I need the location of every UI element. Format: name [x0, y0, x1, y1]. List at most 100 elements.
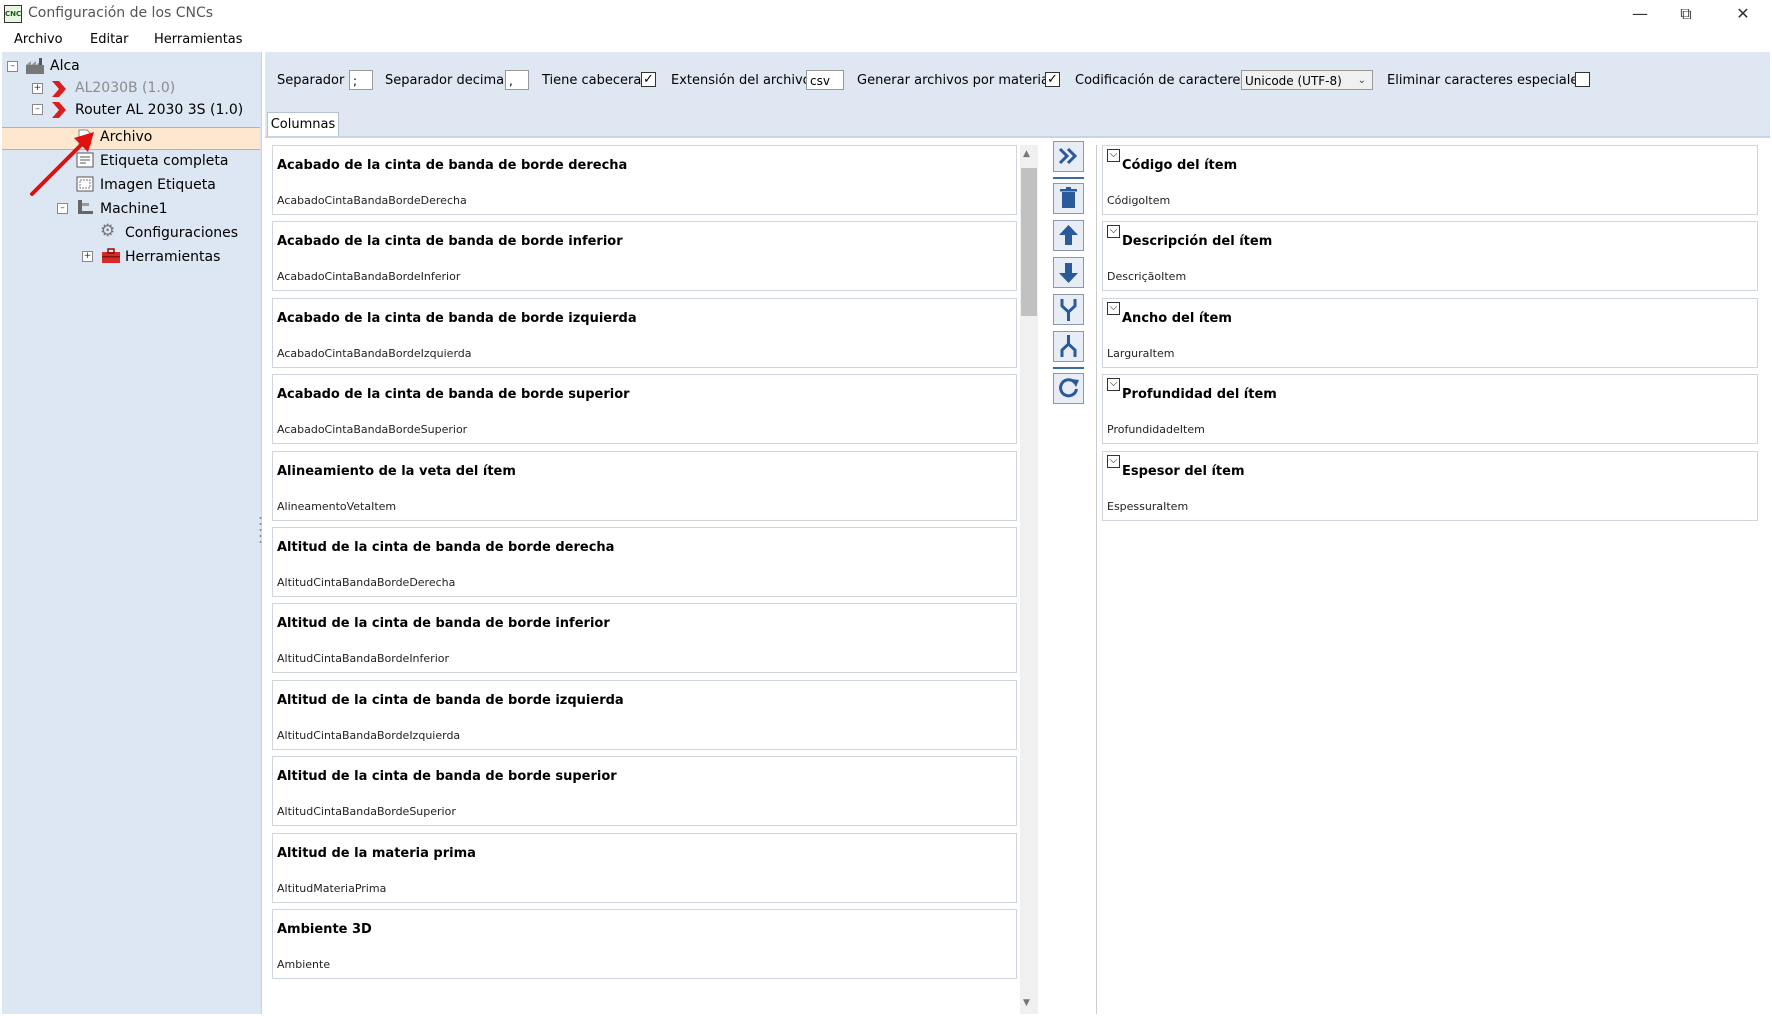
column-key: AlineamentoVetaItem [277, 499, 397, 513]
column-key: Ambiente [277, 958, 331, 971]
column-key: AltitudCintaBandaBordeDerecha [277, 576, 456, 589]
move-up-button[interactable] [1053, 220, 1084, 251]
menu-archivo[interactable]: Archivo [14, 32, 63, 47]
split-button[interactable] [1053, 331, 1084, 362]
delete-button[interactable] [1053, 183, 1084, 214]
column-title: Altitud de la cinta de banda de borde iz… [277, 692, 624, 708]
column-key: AltitudCintaBandaBordeIzquierda [277, 728, 461, 742]
available-column-item[interactable]: Alineamiento de la veta del ítem Alineame… [272, 450, 1017, 521]
refresh-icon [1059, 378, 1079, 398]
tab-columnas[interactable]: Columnas [267, 112, 339, 137]
tree-item-al2030b[interactable]: AL2030B (1.0) [75, 78, 175, 98]
tree-item-router[interactable]: Router AL 2030 3S (1.0) [75, 100, 243, 120]
add-all-button[interactable] [1053, 141, 1084, 172]
available-column-item[interactable]: Acabado de la cinta de banda de borde su… [272, 374, 1017, 445]
column-key: AltitudMateriaPrima [277, 881, 387, 895]
column-key: AcabadoCintaBandaBordeDerecha [277, 194, 467, 207]
move-down-icon [1059, 263, 1078, 283]
tree-item-alca[interactable]: Alca [50, 56, 80, 76]
available-column-item[interactable]: Acabado de la cinta de banda de borde in… [272, 221, 1017, 292]
collapse-toggle[interactable]: – [32, 104, 43, 115]
column-key: EspessuraItem [1107, 499, 1189, 513]
available-column-item[interactable]: Acabado de la cinta de banda de borde de… [272, 145, 1017, 215]
decimal-separator-input[interactable]: , [505, 70, 529, 90]
column-key: AcabadoCintaBandaBordeSuperior [277, 423, 468, 437]
encoding-value: Unicode (UTF-8) [1245, 74, 1342, 88]
title-bar [0, 0, 1772, 28]
expand-toggle[interactable]: + [32, 83, 43, 94]
column-title: Descripción del ítem [1122, 234, 1273, 250]
collapse-chevron-icon[interactable]: ⌵ [1107, 378, 1120, 392]
restore-button[interactable]: ⧉ [1663, 2, 1709, 26]
selected-column-item[interactable]: ⌵ Descripción del ítem DescriçãoItem [1102, 221, 1758, 292]
collapse-chevron-icon[interactable]: ⌵ [1107, 454, 1120, 468]
selected-column-item[interactable]: ⌵ Espesor del ítem EspessuraItem [1102, 450, 1758, 521]
column-title: Código del ítem [1122, 158, 1238, 173]
column-title: Acabado de la cinta de banda de borde su… [277, 387, 630, 403]
available-column-item[interactable]: Altitud de la cinta de banda de borde su… [272, 756, 1017, 827]
toolbox-icon [102, 248, 120, 263]
available-column-item[interactable]: Ambiente 3D Ambiente [272, 909, 1017, 979]
column-title: Acabado de la cinta de banda de borde in… [277, 234, 623, 250]
column-title: Profundidad del ítem [1122, 387, 1277, 403]
merge-button[interactable] [1053, 294, 1084, 325]
collapse-toggle[interactable]: – [7, 61, 18, 72]
available-columns-list: Acabado de la cinta de banda de borde de… [272, 145, 1017, 1014]
move-up-icon [1059, 225, 1078, 245]
column-title: Acabado de la cinta de banda de borde iz… [277, 310, 637, 326]
available-column-item[interactable]: Altitud de la cinta de banda de borde de… [272, 527, 1017, 597]
selected-column-item[interactable]: ⌵ Profundidad del ítem ProfundidadeItem [1102, 374, 1758, 445]
available-column-item[interactable]: Acabado de la cinta de banda de borde iz… [272, 297, 1017, 368]
column-key: AltitudCintaBandaBordeInferior [277, 652, 450, 666]
minimize-button[interactable]: — [1617, 2, 1663, 26]
refresh-button[interactable] [1053, 373, 1084, 404]
separator-label: Separador [277, 73, 345, 88]
expand-toggle[interactable]: + [82, 251, 93, 262]
selected-column-item[interactable]: ⌵ Ancho del ítem LarguraItem [1102, 297, 1758, 368]
window-title: Configuración de los CNCs [28, 5, 214, 21]
decimal-separator-label: Separador decimal [385, 73, 508, 88]
tree-item-archivo[interactable]: Archivo [100, 127, 152, 147]
column-title: Altitud de la cinta de banda de borde in… [277, 616, 610, 632]
encoding-select[interactable]: Unicode (UTF-8) ⌄ [1241, 70, 1373, 90]
special-chars-checkbox[interactable] [1575, 72, 1590, 87]
separator [1053, 177, 1084, 179]
separator [1053, 367, 1084, 369]
encoding-label: Codificación de caracteres [1075, 73, 1248, 88]
tree-item-herramientas[interactable]: Herramientas [125, 247, 220, 267]
available-column-item[interactable]: Altitud de la cinta de banda de borde iz… [272, 679, 1017, 750]
splitter-grip[interactable] [259, 515, 262, 545]
tab-strip [265, 109, 1770, 135]
menu-editar[interactable]: Editar [90, 32, 129, 47]
scrollbar-thumb[interactable] [1021, 168, 1037, 316]
per-material-checkbox[interactable]: ✓ [1045, 72, 1060, 87]
header-label: Tiene cabecera [542, 73, 642, 88]
menu-bar [0, 28, 1772, 50]
collapse-chevron-icon[interactable]: ⌵ [1107, 301, 1120, 315]
available-column-item[interactable]: Altitud de la cinta de banda de borde in… [272, 603, 1017, 674]
machine-icon [78, 200, 93, 214]
selected-column-item[interactable]: ⌵ Código del ítem CódigoItem [1102, 145, 1758, 215]
menu-herramientas[interactable]: Herramientas [154, 32, 243, 47]
scroll-up-icon[interactable]: ▲ [1023, 149, 1030, 159]
move-down-button[interactable] [1053, 257, 1084, 288]
tree-item-configuraciones[interactable]: Configuraciones [125, 223, 238, 243]
column-title: Ambiente 3D [277, 922, 372, 937]
column-title: Altitud de la cinta de banda de borde de… [277, 540, 615, 555]
collapse-chevron-icon[interactable]: ⌵ [1107, 225, 1120, 239]
per-material-label: Generar archivos por material [857, 73, 1053, 88]
extension-input[interactable]: csv [806, 70, 844, 90]
available-column-item[interactable]: Altitud de la materia prima AltitudMateri… [272, 832, 1017, 903]
scroll-down-icon[interactable]: ▼ [1023, 998, 1030, 1008]
close-button[interactable]: ✕ [1720, 2, 1766, 26]
tree-item-etiqueta-completa[interactable]: Etiqueta completa [100, 151, 228, 171]
special-chars-label: Eliminar caracteres especiales [1387, 73, 1586, 88]
red-chevron-icon [52, 81, 66, 97]
header-checkbox[interactable]: ✓ [641, 72, 656, 87]
tree-item-machine1[interactable]: Machine1 [100, 199, 168, 219]
tree-item-imagen-etiqueta[interactable]: Imagen Etiqueta [100, 175, 216, 195]
separator-input[interactable]: ; [349, 70, 373, 90]
collapse-toggle[interactable]: – [57, 203, 68, 214]
collapse-chevron-icon[interactable]: ⌵ [1107, 149, 1120, 162]
app-icon: CNC [4, 5, 22, 23]
